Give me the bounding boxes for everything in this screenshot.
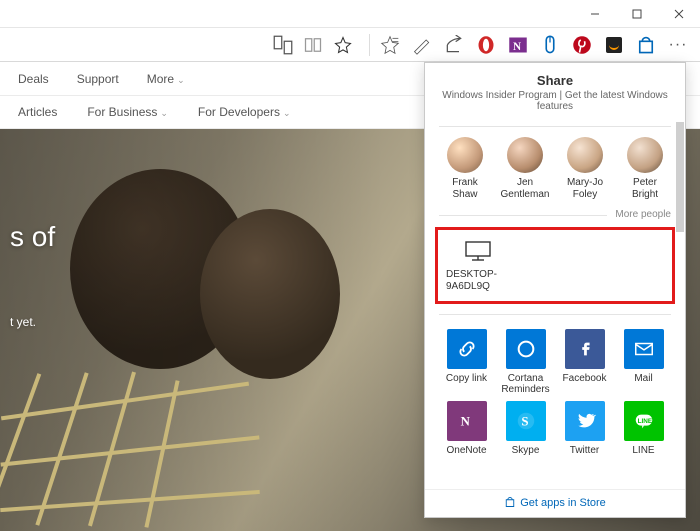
share-contact[interactable]: Frank Shaw [439, 137, 491, 201]
share-app-twitter[interactable]: Twitter [557, 401, 612, 456]
share-icon[interactable] [444, 35, 464, 55]
nav-more[interactable]: More⌄ [147, 72, 185, 86]
reading-view-icon[interactable] [303, 35, 323, 55]
hero-subtext: t yet. [10, 315, 36, 329]
browser-toolbar: N ··· [0, 28, 700, 62]
lattice-decoration [0, 369, 270, 531]
share-contact[interactable]: Peter Bright [619, 137, 671, 201]
pinterest-extension-icon[interactable] [572, 35, 592, 55]
nav-articles[interactable]: Articles [18, 105, 57, 119]
svg-text:N: N [460, 415, 470, 429]
hero-headline: s of [10, 221, 55, 253]
contact-name: Jen Gentleman [499, 177, 551, 201]
share-people-row: Frank Shaw Jen Gentleman Mary-Jo Foley P… [439, 135, 671, 203]
translate-icon[interactable] [273, 35, 293, 55]
monitor-icon [464, 240, 492, 262]
share-app-cortana[interactable]: Cortana Reminders [498, 329, 553, 395]
share-app-line[interactable]: LINELINE [616, 401, 671, 456]
nav-deals[interactable]: Deals [18, 72, 49, 86]
share-contact[interactable]: Jen Gentleman [499, 137, 551, 201]
share-title: Share [437, 73, 673, 88]
share-panel-scrollbar[interactable] [675, 122, 685, 489]
avatar [447, 137, 483, 173]
device-name: DESKTOP-9A6DL9Q [446, 269, 506, 293]
share-device[interactable]: DESKTOP-9A6DL9Q [446, 240, 506, 293]
share-subtitle: Windows Insider Program | Get the latest… [437, 90, 673, 112]
avatar [507, 137, 543, 173]
nearby-device-highlight: DESKTOP-9A6DL9Q [435, 227, 675, 304]
svg-text:S: S [521, 415, 528, 429]
favorites-hub-icon[interactable] [380, 35, 400, 55]
chevron-down-icon: ⌄ [160, 108, 168, 118]
share-panel: Share Windows Insider Program | Get the … [424, 62, 686, 518]
window-titlebar [0, 0, 700, 28]
chevron-down-icon: ⌄ [177, 75, 185, 85]
avatar [567, 137, 603, 173]
svg-text:LINE: LINE [637, 418, 652, 425]
share-app-mail[interactable]: Mail [616, 329, 671, 395]
more-menu-icon[interactable]: ··· [668, 35, 688, 55]
share-app-facebook[interactable]: Facebook [557, 329, 612, 395]
get-apps-in-store-link[interactable]: Get apps in Store [425, 489, 685, 517]
nav-for-business[interactable]: For Business⌄ [87, 105, 168, 119]
window-maximize-button[interactable] [616, 0, 658, 28]
opera-extension-icon[interactable] [476, 35, 496, 55]
store-bag-icon[interactable] [636, 35, 656, 55]
share-app-onenote[interactable]: NOneNote [439, 401, 494, 456]
avatar [627, 137, 663, 173]
favorite-star-icon[interactable] [333, 35, 353, 55]
window-minimize-button[interactable] [574, 0, 616, 28]
share-apps-grid: Copy link Cortana Reminders Facebook Mai… [439, 323, 671, 456]
window-close-button[interactable] [658, 0, 700, 28]
contact-name: Peter Bright [619, 177, 671, 201]
more-people-link[interactable]: More people [615, 209, 671, 220]
notes-icon[interactable] [412, 35, 432, 55]
contact-name: Mary-Jo Foley [559, 177, 611, 201]
nav-for-developers[interactable]: For Developers⌄ [198, 105, 291, 119]
share-app-skype[interactable]: SSkype [498, 401, 553, 456]
amazon-extension-icon[interactable] [604, 35, 624, 55]
nav-support[interactable]: Support [77, 72, 119, 86]
onenote-extension-icon[interactable]: N [508, 35, 528, 55]
store-bag-icon [504, 496, 516, 508]
share-app-copy-link[interactable]: Copy link [439, 329, 494, 395]
svg-text:N: N [513, 41, 521, 53]
contact-name: Frank Shaw [439, 177, 491, 201]
mouse-extension-icon[interactable] [540, 35, 560, 55]
chevron-down-icon: ⌄ [283, 108, 291, 118]
share-contact[interactable]: Mary-Jo Foley [559, 137, 611, 201]
